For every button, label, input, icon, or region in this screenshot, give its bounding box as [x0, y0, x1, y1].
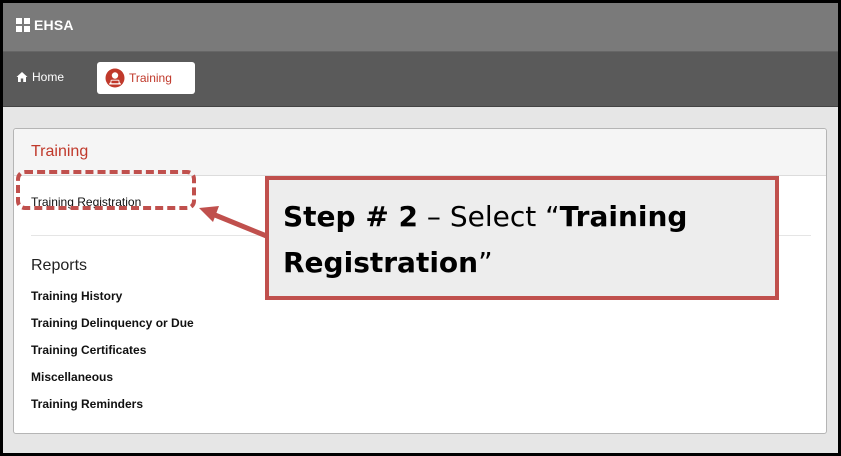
callout-instruction: – Select “ — [418, 200, 560, 233]
callout-text: Step # 2 – Select “Training Registration… — [283, 194, 761, 286]
screenshot-frame: EHSA Home Training Training Training Reg… — [0, 0, 841, 456]
step-callout: Step # 2 – Select “Training Registration… — [265, 176, 779, 300]
callout-step: Step # 2 — [283, 200, 419, 233]
callout-closing-quote: ” — [478, 246, 493, 279]
